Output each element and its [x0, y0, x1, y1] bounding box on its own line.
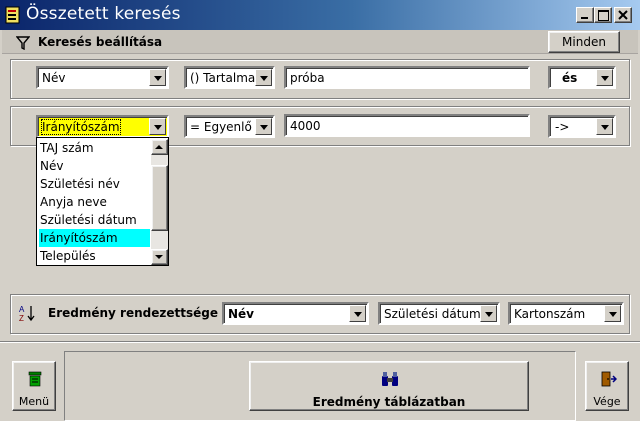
maximize-icon: [598, 10, 609, 21]
scroll-down-icon[interactable]: [151, 249, 168, 265]
svg-text:A: A: [19, 305, 25, 314]
list-item[interactable]: Születési dátum: [39, 211, 150, 229]
exit-label: Vége: [593, 395, 621, 408]
menu-icon: [28, 371, 42, 387]
row1-value-text: próba: [290, 71, 325, 85]
row2-operator-select[interactable]: = Egyenlő: [184, 115, 275, 138]
minimize-icon: [581, 17, 588, 19]
sort3-value: Kartonszám: [514, 307, 586, 321]
row1-operator-select[interactable]: () Tartalmaz: [184, 66, 275, 89]
sort-az-icon: A Z: [19, 305, 35, 322]
list-item[interactable]: Név: [39, 157, 150, 175]
row1-field-select[interactable]: Név: [36, 66, 169, 89]
exit-door-icon: [601, 371, 617, 387]
row2-connector-value: ->: [555, 120, 570, 134]
maximize-button[interactable]: [594, 7, 612, 23]
row2-field-select[interactable]: Irányítószám: [36, 115, 169, 138]
row1-value-input[interactable]: próba: [284, 66, 530, 89]
list-item[interactable]: TAJ szám: [39, 139, 150, 157]
menu-button[interactable]: Menü: [12, 361, 56, 411]
search-settings-header: Keresés beállítása: [2, 30, 638, 54]
chevron-down-icon[interactable]: [255, 118, 272, 135]
sort2-value: Születési dátum: [384, 307, 481, 321]
row2-field-value: Irányítószám: [41, 119, 121, 135]
row2-operator-value: = Egyenlő: [190, 120, 252, 134]
row1-operator-value: () Tartalmaz: [190, 71, 256, 85]
chevron-down-icon[interactable]: [596, 69, 613, 86]
binoculars-icon: [382, 372, 398, 386]
close-icon: [618, 10, 628, 20]
sort2-select[interactable]: Születési dátum: [378, 302, 500, 325]
svg-text:Z: Z: [19, 314, 24, 322]
search-settings-label: Keresés beállítása: [38, 35, 163, 49]
sort3-select[interactable]: Kartonszám: [508, 302, 624, 325]
row1-connector-select[interactable]: és: [548, 66, 616, 89]
chevron-down-icon[interactable]: [480, 305, 497, 322]
window-title: Összetett keresés: [26, 4, 181, 24]
sort1-select[interactable]: Név: [222, 302, 369, 325]
chevron-down-icon[interactable]: [149, 118, 166, 135]
scroll-thumb[interactable]: [151, 165, 168, 231]
title-bar: Összetett keresés: [0, 0, 640, 30]
all-button[interactable]: Minden: [548, 31, 620, 53]
exit-button[interactable]: Vége: [585, 361, 629, 411]
chevron-down-icon[interactable]: [349, 305, 366, 322]
list-item[interactable]: Település: [39, 247, 150, 265]
sort1-value: Név: [228, 307, 255, 321]
list-item-selected[interactable]: Irányítószám: [39, 229, 150, 247]
filter-icon: [16, 36, 30, 50]
all-button-label: Minden: [562, 35, 606, 49]
list-item[interactable]: Anyja neve: [39, 193, 150, 211]
close-button[interactable]: [614, 7, 632, 23]
result-table-button[interactable]: Eredmény táblázatban: [249, 361, 529, 411]
chevron-down-icon[interactable]: [149, 69, 166, 86]
chevron-down-icon[interactable]: [596, 118, 613, 135]
row2-value-text: 4000: [290, 119, 321, 133]
minimize-button[interactable]: [576, 7, 594, 23]
chevron-down-icon[interactable]: [604, 305, 621, 322]
menu-label: Menü: [18, 395, 50, 408]
row1-connector-value: és: [562, 71, 578, 85]
row2-value-input[interactable]: 4000: [284, 114, 530, 137]
chevron-down-icon[interactable]: [255, 69, 272, 86]
scroll-up-icon[interactable]: [151, 139, 168, 155]
list-scrollbar[interactable]: [151, 139, 168, 265]
sort-label: Eredmény rendezettsége: [48, 306, 218, 320]
row1-field-value: Név: [42, 71, 66, 85]
field-dropdown-list[interactable]: TAJ szám Név Születési név Anyja neve Sz…: [36, 137, 169, 266]
result-table-label: Eredmény táblázatban: [312, 395, 466, 409]
app-icon: [5, 6, 20, 24]
row2-connector-select[interactable]: ->: [548, 115, 616, 138]
list-item[interactable]: Születési név: [39, 175, 150, 193]
